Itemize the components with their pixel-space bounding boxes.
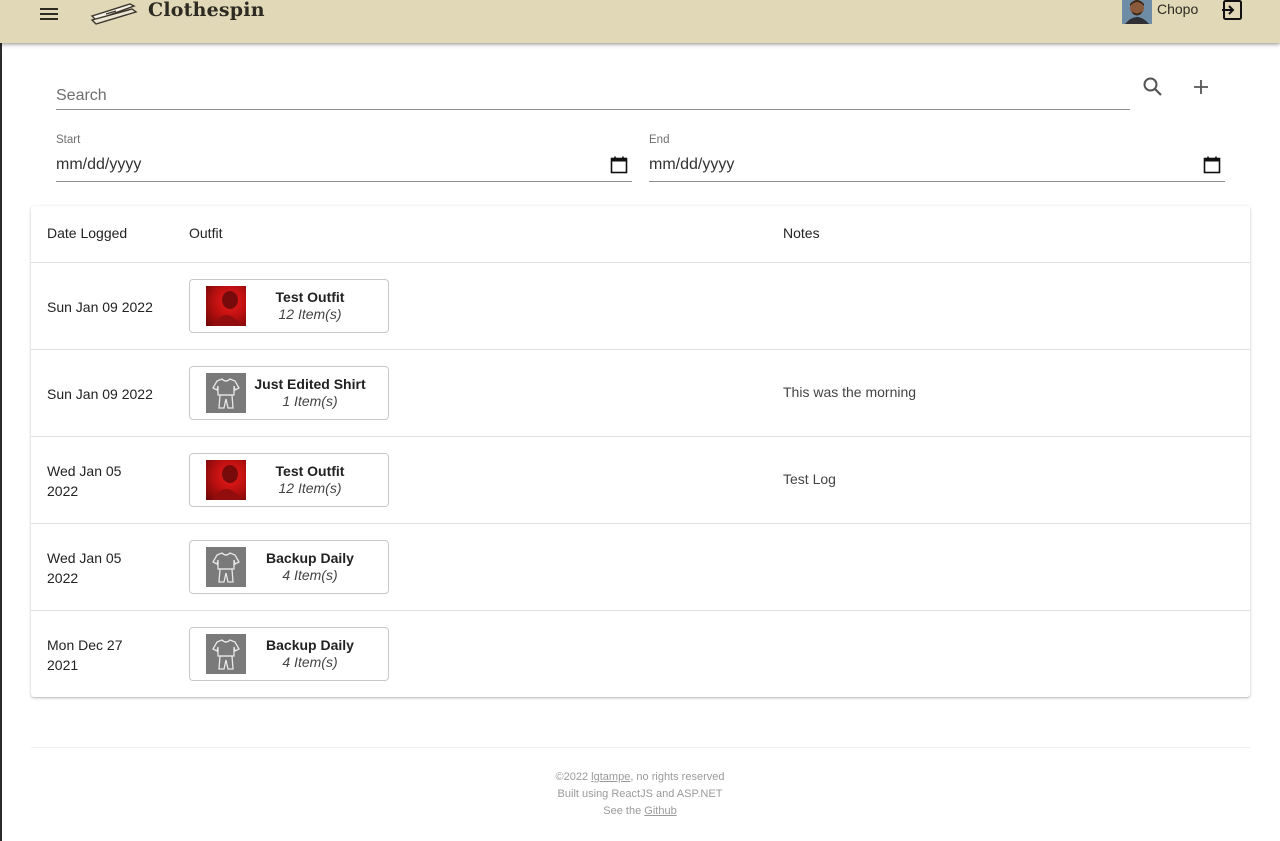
clothespin-logo — [90, 0, 138, 26]
see-the-text: See the — [603, 805, 645, 817]
outfit-item-count: 1 Item(s) — [282, 393, 338, 409]
date-logged: Sun Jan 09 2022 — [47, 384, 167, 404]
outfit-log-table: Date Logged Outfit Notes Sun Jan 09 2022… — [31, 206, 1250, 697]
column-header-notes[interactable]: Notes — [783, 225, 820, 241]
github-link[interactable]: Github — [644, 805, 676, 817]
date-year: 2021 — [47, 657, 79, 673]
outfit-item-count: 12 Item(s) — [278, 480, 342, 496]
calendar-icon[interactable] — [1202, 155, 1222, 175]
outfit-name: Just Edited Shirt — [254, 376, 366, 392]
search-input[interactable] — [56, 78, 1130, 109]
table-row: Mon Dec 27 2021 Backup Daily 4 Item(s) — [31, 611, 1250, 698]
logout-icon[interactable] — [1220, 0, 1244, 22]
date-year: 2022 — [47, 570, 79, 586]
footer-divider — [31, 747, 1250, 748]
copyright-suffix: , no rights reserved — [630, 771, 725, 783]
avatar[interactable] — [1122, 0, 1152, 24]
copyright-prefix: ©2022 — [555, 771, 592, 783]
date-logged: Mon Dec 27 2021 — [47, 635, 167, 675]
username[interactable]: Chopo — [1157, 1, 1198, 17]
start-date-value[interactable]: mm/dd/yyyy — [56, 156, 141, 174]
end-date-value[interactable]: mm/dd/yyyy — [649, 156, 734, 174]
outfit-photo — [206, 460, 246, 500]
search-field — [56, 78, 1130, 110]
app-bar: Clothespin Chopo — [0, 0, 1280, 43]
outfit-name: Backup Daily — [266, 637, 354, 653]
footer-copyright: ©2022 lgtampe, no rights reserved — [0, 769, 1280, 786]
outfit-name: Test Outfit — [275, 463, 345, 479]
app-title[interactable]: Clothespin — [148, 0, 265, 21]
outfit-item-count: 4 Item(s) — [282, 567, 338, 583]
plus-icon[interactable] — [1189, 75, 1213, 99]
clothing-icon — [206, 547, 246, 587]
outfit-card[interactable]: Test Outfit 12 Item(s) — [189, 453, 389, 507]
outfit-card[interactable]: Backup Daily 4 Item(s) — [189, 627, 389, 681]
footer: ©2022 lgtampe, no rights reserved Built … — [0, 769, 1280, 820]
column-header-date[interactable]: Date Logged — [47, 225, 127, 241]
outfit-card[interactable]: Just Edited Shirt 1 Item(s) — [189, 366, 389, 420]
outfit-photo — [206, 286, 246, 326]
date-line: Mon Dec 27 — [47, 637, 123, 653]
table-row: Sun Jan 09 2022 Just Edited Shirt 1 Item(s… — [31, 350, 1250, 437]
date-line: Wed Jan 05 — [47, 463, 122, 479]
window-left-border — [0, 0, 2, 841]
column-header-outfit[interactable]: Outfit — [189, 225, 222, 241]
start-date-field[interactable]: Start mm/dd/yyyy — [56, 133, 632, 182]
end-date-label: End — [649, 134, 670, 146]
search-icon[interactable] — [1141, 75, 1165, 99]
calendar-icon[interactable] — [609, 155, 629, 175]
notes: This was the morning — [783, 384, 917, 400]
menu-icon[interactable] — [37, 2, 61, 26]
author-link[interactable]: lgtampe — [591, 771, 630, 783]
clothing-icon — [206, 634, 246, 674]
table-row: Wed Jan 05 2022 Test Outfit 12 Item(s) Test … — [31, 437, 1250, 524]
outfit-card[interactable]: Backup Daily 4 Item(s) — [189, 540, 389, 594]
date-logged: Wed Jan 05 2022 — [47, 461, 167, 501]
date-line: Sun Jan 09 2022 — [47, 299, 153, 315]
outfit-card[interactable]: Test Outfit 12 Item(s) — [189, 279, 389, 333]
notes: Test Log — [783, 471, 836, 487]
table-row: Wed Jan 05 2022 Backup Daily 4 Item(s) — [31, 524, 1250, 611]
outfit-name: Test Outfit — [275, 289, 345, 305]
date-line: Sun Jan 09 2022 — [47, 386, 153, 402]
table-row: Sun Jan 09 2022 Test Outfit 12 Item(s) — [31, 263, 1250, 350]
footer-built-using: Built using ReactJS and ASP.NET — [557, 788, 723, 800]
date-logged: Wed Jan 05 2022 — [47, 548, 167, 588]
clothing-icon — [206, 373, 246, 413]
date-line: Wed Jan 05 — [47, 550, 122, 566]
outfit-item-count: 4 Item(s) — [282, 654, 338, 670]
outfit-name: Backup Daily — [266, 550, 354, 566]
date-year: 2022 — [47, 483, 79, 499]
start-date-label: Start — [56, 134, 81, 146]
end-date-field[interactable]: End mm/dd/yyyy — [649, 133, 1225, 182]
date-logged: Sun Jan 09 2022 — [47, 297, 167, 317]
footer-github: See the Github — [0, 803, 1280, 820]
outfit-item-count: 12 Item(s) — [278, 306, 342, 322]
